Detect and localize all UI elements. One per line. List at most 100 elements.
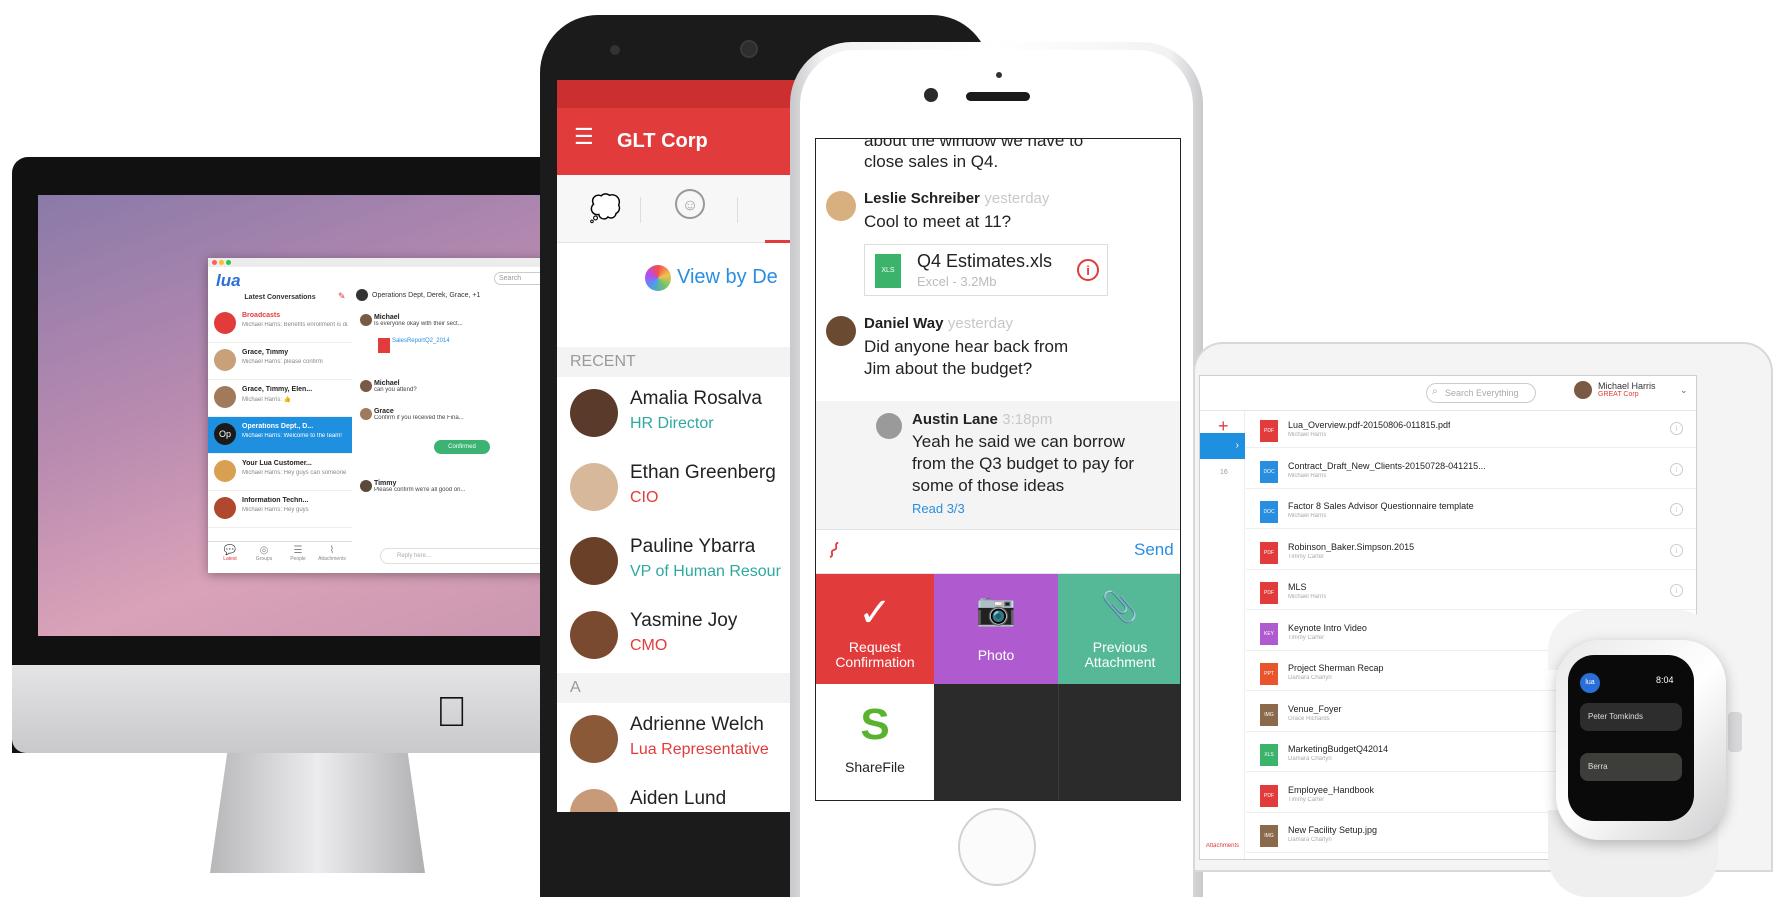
file-attachment-card[interactable]: XLS Q4 Estimates.xls Excel - 3.2Mb i <box>864 244 1108 296</box>
message-sender: Grace <box>373 408 394 415</box>
avatar[interactable] <box>1574 381 1592 399</box>
tab-attachments[interactable]: ⌇ Attachments <box>314 545 350 562</box>
confirmed-button[interactable]: Confirmed <box>434 440 490 454</box>
contact-item[interactable]: Amalia Rosalva HR Director <box>557 377 797 451</box>
reply-input[interactable]: Reply here... <box>380 548 560 564</box>
conversation-name: Your Lua Customer... <box>242 460 312 467</box>
search-icon: ⌕ <box>1432 386 1438 397</box>
file-name: Lua_Overview.pdf-20150806-011815.pdf <box>1288 420 1451 430</box>
contact-role: Lua Representative <box>630 741 769 758</box>
message-text: Please confirm we're all good on... <box>373 487 466 493</box>
photo-button[interactable]: 📷 Photo <box>934 574 1058 684</box>
notification-card[interactable]: Berra <box>1580 753 1682 781</box>
avatar <box>570 789 618 812</box>
attachment-item[interactable]: SalesReportQ2_2014 <box>378 338 518 360</box>
message-sender: Michael <box>373 314 400 321</box>
file-owner: Michael Harris <box>1288 594 1327 600</box>
view-by-department-button[interactable]: View by De <box>677 252 797 302</box>
info-icon[interactable]: i <box>1670 462 1683 476</box>
section-header-a: A <box>557 673 797 703</box>
message-sender: Michael <box>373 380 400 387</box>
latest-conversations-header: Latest Conversations <box>244 294 316 301</box>
conversation-name: Information Techn... <box>242 497 309 504</box>
file-row[interactable]: DOC Contract_Draft_New_Clients-20150728-0… <box>1246 453 1696 489</box>
pdf-file-icon <box>378 338 390 353</box>
contact-item[interactable]: Pauline Ybarra VP of Human Resour <box>557 525 797 599</box>
file-owner: Michael Harris <box>1288 513 1327 519</box>
previous-attachment-button[interactable]: 📎 Previous Attachment <box>1058 574 1180 684</box>
avatar <box>360 314 372 326</box>
conversation-item-selected[interactable]: Op Operations Dept., D... Michael Harris… <box>208 417 352 454</box>
mac-titlebar <box>208 258 564 267</box>
tile-label: ShareFile <box>845 759 905 775</box>
broadcast-icon <box>214 312 236 334</box>
file-meta: Excel - 3.2Mb <box>917 274 997 289</box>
digital-crown[interactable] <box>1728 712 1742 752</box>
contact-item[interactable]: Ethan Greenberg CIO <box>557 451 797 525</box>
info-icon[interactable]: i <box>1670 422 1683 435</box>
paperclip-icon[interactable]: ⌇ <box>822 537 845 565</box>
contact-item[interactable]: Yasmine Joy CMO <box>557 599 797 673</box>
avatar <box>570 715 618 763</box>
lua-app-icon[interactable]: lua <box>1580 673 1600 693</box>
send-button[interactable]: Send <box>1134 540 1174 560</box>
conversation-item[interactable]: Information Techn... Michael Harris: Hey… <box>208 491 352 528</box>
conversation-item-broadcasts[interactable]: Broadcasts Michael Harris: Benefits enro… <box>208 306 352 343</box>
request-confirmation-button[interactable]: ✓ Request Confirmation <box>816 574 934 684</box>
message-text: Cool to meet at 11? <box>864 212 1012 231</box>
tab-contacts[interactable]: ☺ <box>675 189 705 219</box>
search-input[interactable]: Search Everything <box>1426 383 1536 403</box>
file-owner: Michael Harris <box>1288 432 1327 438</box>
watch-time: 8:04 <box>1656 675 1674 685</box>
contact-name: Amalia Rosalva <box>630 388 762 409</box>
compose-icon[interactable]: ✎ <box>338 291 346 302</box>
tab-people[interactable]: ☰ People <box>284 545 312 562</box>
info-icon[interactable]: i <box>1670 503 1683 516</box>
contact-name: Pauline Ybarra <box>630 536 756 557</box>
file-row[interactable]: DOC Factor 8 Sales Advisor Questionnaire … <box>1246 493 1696 529</box>
file-owner: Grace Richards <box>1288 715 1330 722</box>
sharefile-button[interactable]: S ShareFile <box>816 684 934 800</box>
info-icon[interactable]: i <box>1077 259 1099 281</box>
message-text: Jim about the budget? <box>864 359 1033 378</box>
tab-groups[interactable]: ◎ Groups <box>250 545 278 562</box>
add-icon[interactable]: + <box>1218 416 1229 437</box>
conversation-name: Grace, Timmy <box>242 349 289 356</box>
avatar <box>214 349 236 371</box>
file-row[interactable]: PDF Lua_Overview.pdf-20150806-011815.pdf M… <box>1246 412 1696 448</box>
tab-chats[interactable]: 💭 <box>589 193 621 224</box>
file-name: Employee_Handbook <box>1288 784 1375 795</box>
zoom-window-button[interactable] <box>226 260 231 265</box>
file-row[interactable]: PDF MLS Michael Harris i <box>1246 574 1696 610</box>
file-name: Keynote Intro Video <box>1288 622 1367 633</box>
file-owner: Timmy Carter <box>1288 634 1325 641</box>
read-receipt[interactable]: Read 3/3 <box>912 501 965 516</box>
avatar <box>360 480 372 492</box>
message-sender: Timmy <box>373 480 397 487</box>
home-button[interactable] <box>958 808 1036 886</box>
notification-card[interactable]: Peter Tomkinds <box>1580 703 1682 731</box>
contact-item[interactable]: Aiden Lund Project Coordinator <box>557 777 797 812</box>
hamburger-menu-icon[interactable]: ☰ <box>574 124 594 150</box>
conversation-item[interactable]: Grace, Timmy, Elen... Michael Harris: 👍 <box>208 380 352 417</box>
tab-attachments[interactable]: Attachments <box>1200 843 1245 849</box>
info-icon[interactable]: i <box>1670 584 1683 597</box>
file-row[interactable]: PDF Robinson_Baker.Simpson.2015 Timmy Cart… <box>1246 534 1696 570</box>
minimize-window-button[interactable] <box>219 260 224 265</box>
imac-stand <box>210 753 425 873</box>
folder-count: 16 <box>1220 469 1228 476</box>
conversation-item[interactable]: Grace, Timmy Michael Harris: please conf… <box>208 343 352 380</box>
message-header: Leslie Schreiber yesterday <box>864 190 1049 208</box>
pdf-file-icon: PDF <box>1260 420 1278 442</box>
chevron-down-icon[interactable]: ⌄ <box>1680 385 1688 396</box>
tab-latest[interactable]: 💬 Latest <box>216 545 244 562</box>
avatar <box>360 380 372 392</box>
avatar <box>360 408 372 420</box>
message-text: Yeah he said we can borrow <box>912 432 1125 451</box>
close-window-button[interactable] <box>212 260 217 265</box>
message-text: Confirm if you received the Fina... <box>373 415 464 421</box>
conversation-item[interactable]: Your Lua Customer... Michael Harris: Hey… <box>208 454 352 491</box>
contact-item[interactable]: Adrienne Welch Lua Representative <box>557 703 797 777</box>
message-text: about the window we have to <box>864 138 1084 150</box>
info-icon[interactable]: i <box>1670 543 1683 557</box>
